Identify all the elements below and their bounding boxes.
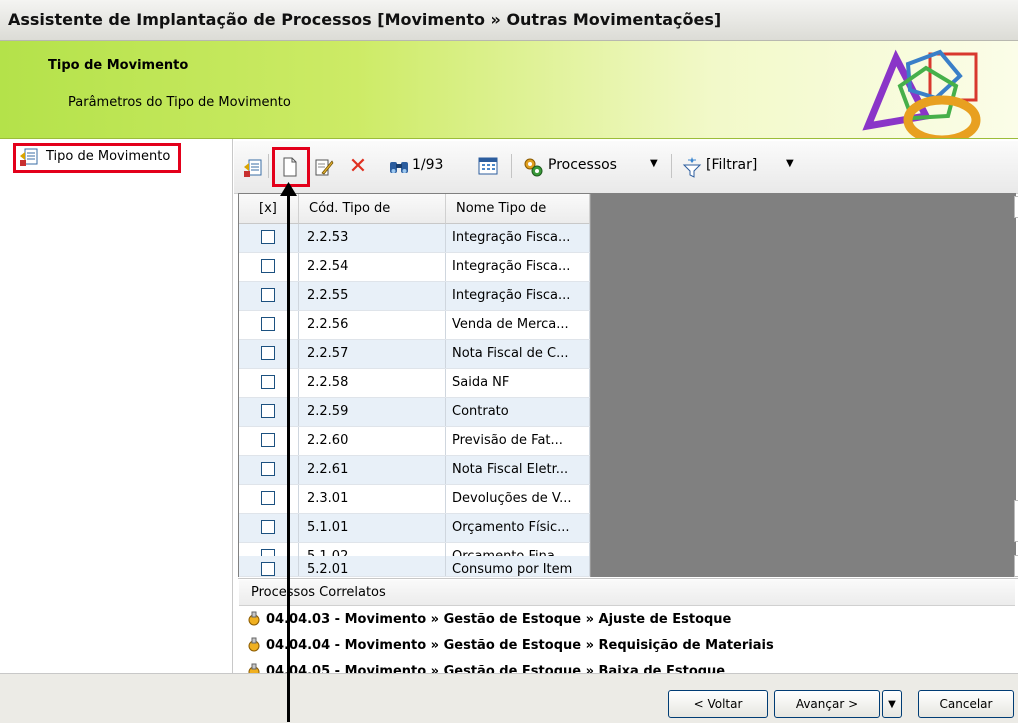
table-row[interactable]: 2.2.61 Nota Fiscal Eletr... xyxy=(239,456,590,485)
table-row[interactable]: 2.2.55 Integração Fisca... xyxy=(239,282,590,311)
row-checkbox[interactable] xyxy=(261,491,275,505)
row-checkbox[interactable] xyxy=(261,562,275,576)
table-row[interactable]: 2.2.59 Contrato xyxy=(239,398,590,427)
row-checkbox[interactable] xyxy=(261,230,275,244)
back-button[interactable]: < Voltar xyxy=(668,690,768,718)
cell-code: 2.2.58 xyxy=(299,369,446,397)
row-checkbox[interactable] xyxy=(261,288,275,302)
header-title: Tipo de Movimento xyxy=(48,58,189,73)
cell-name: Consumo por Item xyxy=(446,556,590,576)
table-row[interactable]: 2.2.56 Venda de Merca... xyxy=(239,311,590,340)
window-title-bar: Assistente de Implantação de Processos [… xyxy=(0,0,1018,41)
processes-button[interactable]: Processos xyxy=(548,157,617,173)
find-binoculars-icon[interactable] xyxy=(388,158,410,176)
edit-icon[interactable] xyxy=(314,157,334,177)
table-row[interactable]: 5.2.01 Consumo por Item xyxy=(239,556,590,577)
table-row[interactable]: 2.2.57 Nota Fiscal de C... xyxy=(239,340,590,369)
table-row[interactable]: 2.2.53 Integração Fisca... xyxy=(239,224,590,253)
cell-name: Orçamento Físic... xyxy=(446,514,590,542)
row-checkbox[interactable] xyxy=(261,346,275,360)
cell-name: Contrato xyxy=(446,398,590,426)
cell-code: 2.2.57 xyxy=(299,340,446,368)
cell-code: 2.2.59 xyxy=(299,398,446,426)
scrollbar-stub[interactable] xyxy=(1014,196,1018,218)
related-process-item[interactable]: 04.04.04 - Movimento » Gestão de Estoque… xyxy=(247,637,774,653)
header-subtitle: Parâmetros do Tipo de Movimento xyxy=(68,95,291,110)
cell-code: 2.3.01 xyxy=(299,485,446,513)
cell-name: Devoluções de V... xyxy=(446,485,590,513)
window-title: Assistente de Implantação de Processos [… xyxy=(8,10,722,29)
cell-code: 5.1.01 xyxy=(299,514,446,542)
next-dropdown-arrow-icon[interactable]: ▼ xyxy=(882,690,902,718)
table-row[interactable]: 2.2.54 Integração Fisca... xyxy=(239,253,590,282)
row-checkbox[interactable] xyxy=(261,462,275,476)
related-process-item-clipped[interactable]: 04.04.05 - Movimento » Gestão de Estoque… xyxy=(247,663,847,673)
processes-dropdown-arrow-icon[interactable]: ▼ xyxy=(650,158,658,169)
cell-name: Previsão de Fat... xyxy=(446,427,590,455)
cell-code: 2.2.61 xyxy=(299,456,446,484)
scrollbar-stub[interactable] xyxy=(1014,555,1018,577)
cell-name: Integração Fisca... xyxy=(446,282,590,310)
toolbar-separator xyxy=(671,154,672,178)
tree-pane xyxy=(0,139,233,673)
process-icon xyxy=(248,663,260,673)
process-icon xyxy=(248,637,260,652)
cell-code: 2.2.54 xyxy=(299,253,446,281)
related-process-label: 04.04.03 - Movimento » Gestão de Estoque… xyxy=(266,611,732,627)
grid-view-icon[interactable] xyxy=(478,156,498,176)
annotation-arrow xyxy=(287,186,290,722)
annotation-arrowhead-icon xyxy=(280,182,297,196)
related-process-label: 04.04.05 - Movimento » Gestão de Estoque… xyxy=(266,663,726,674)
column-header-code[interactable]: Cód. Tipo de xyxy=(299,194,446,224)
cancel-button[interactable]: Cancelar xyxy=(918,690,1014,718)
tree-item-label: Tipo de Movimento xyxy=(46,149,171,164)
related-processes-header: Processos Correlatos xyxy=(239,580,1015,606)
row-checkbox[interactable] xyxy=(261,433,275,447)
column-header-select[interactable]: [x] xyxy=(239,194,299,224)
refresh-icon[interactable] xyxy=(243,158,263,178)
cell-name: Integração Fisca... xyxy=(446,224,590,252)
toolbar-separator xyxy=(511,154,512,178)
cell-name: Saida NF xyxy=(446,369,590,397)
row-checkbox[interactable] xyxy=(261,375,275,389)
table-refresh-icon xyxy=(20,148,38,166)
cell-name: Nota Fiscal de C... xyxy=(446,340,590,368)
related-process-label: 04.04.04 - Movimento » Gestão de Estoque… xyxy=(266,637,774,653)
filter-dropdown-arrow-icon[interactable]: ▼ xyxy=(786,158,794,169)
new-document-icon xyxy=(283,157,297,177)
delete-icon[interactable]: ✕ xyxy=(348,154,368,179)
next-button[interactable]: Avançar > xyxy=(774,690,880,718)
cell-code: 2.2.53 xyxy=(299,224,446,252)
row-checkbox[interactable] xyxy=(261,317,275,331)
cell-code: 2.2.55 xyxy=(299,282,446,310)
cell-name: Venda de Merca... xyxy=(446,311,590,339)
toolbar-separator xyxy=(268,154,269,178)
filter-button[interactable]: [Filtrar] xyxy=(706,157,757,173)
related-process-item[interactable]: 04.04.03 - Movimento » Gestão de Estoque… xyxy=(247,611,731,627)
table-row[interactable]: 2.2.58 Saida NF xyxy=(239,369,590,398)
table-row[interactable]: 2.3.01 Devoluções de V... xyxy=(239,485,590,514)
cell-code: 2.2.60 xyxy=(299,427,446,455)
filter-funnel-icon xyxy=(682,157,702,178)
cell-name: Integração Fisca... xyxy=(446,253,590,281)
wizard-logo-icon xyxy=(862,49,981,138)
row-checkbox[interactable] xyxy=(261,259,275,273)
table-row[interactable]: 2.2.60 Previsão de Fat... xyxy=(239,427,590,456)
processes-gear-icon xyxy=(524,158,543,177)
cell-code: 2.2.56 xyxy=(299,311,446,339)
cell-code: 5.2.01 xyxy=(299,556,446,576)
row-checkbox[interactable] xyxy=(261,520,275,534)
cell-name: Nota Fiscal Eletr... xyxy=(446,456,590,484)
column-header-name[interactable]: Nome Tipo de xyxy=(446,194,590,224)
table-row[interactable]: 5.1.01 Orçamento Físic... xyxy=(239,514,590,543)
record-counter: 1/93 xyxy=(412,157,444,173)
row-checkbox[interactable] xyxy=(261,404,275,418)
process-icon xyxy=(248,611,260,626)
scrollbar-stub[interactable] xyxy=(1014,500,1018,542)
